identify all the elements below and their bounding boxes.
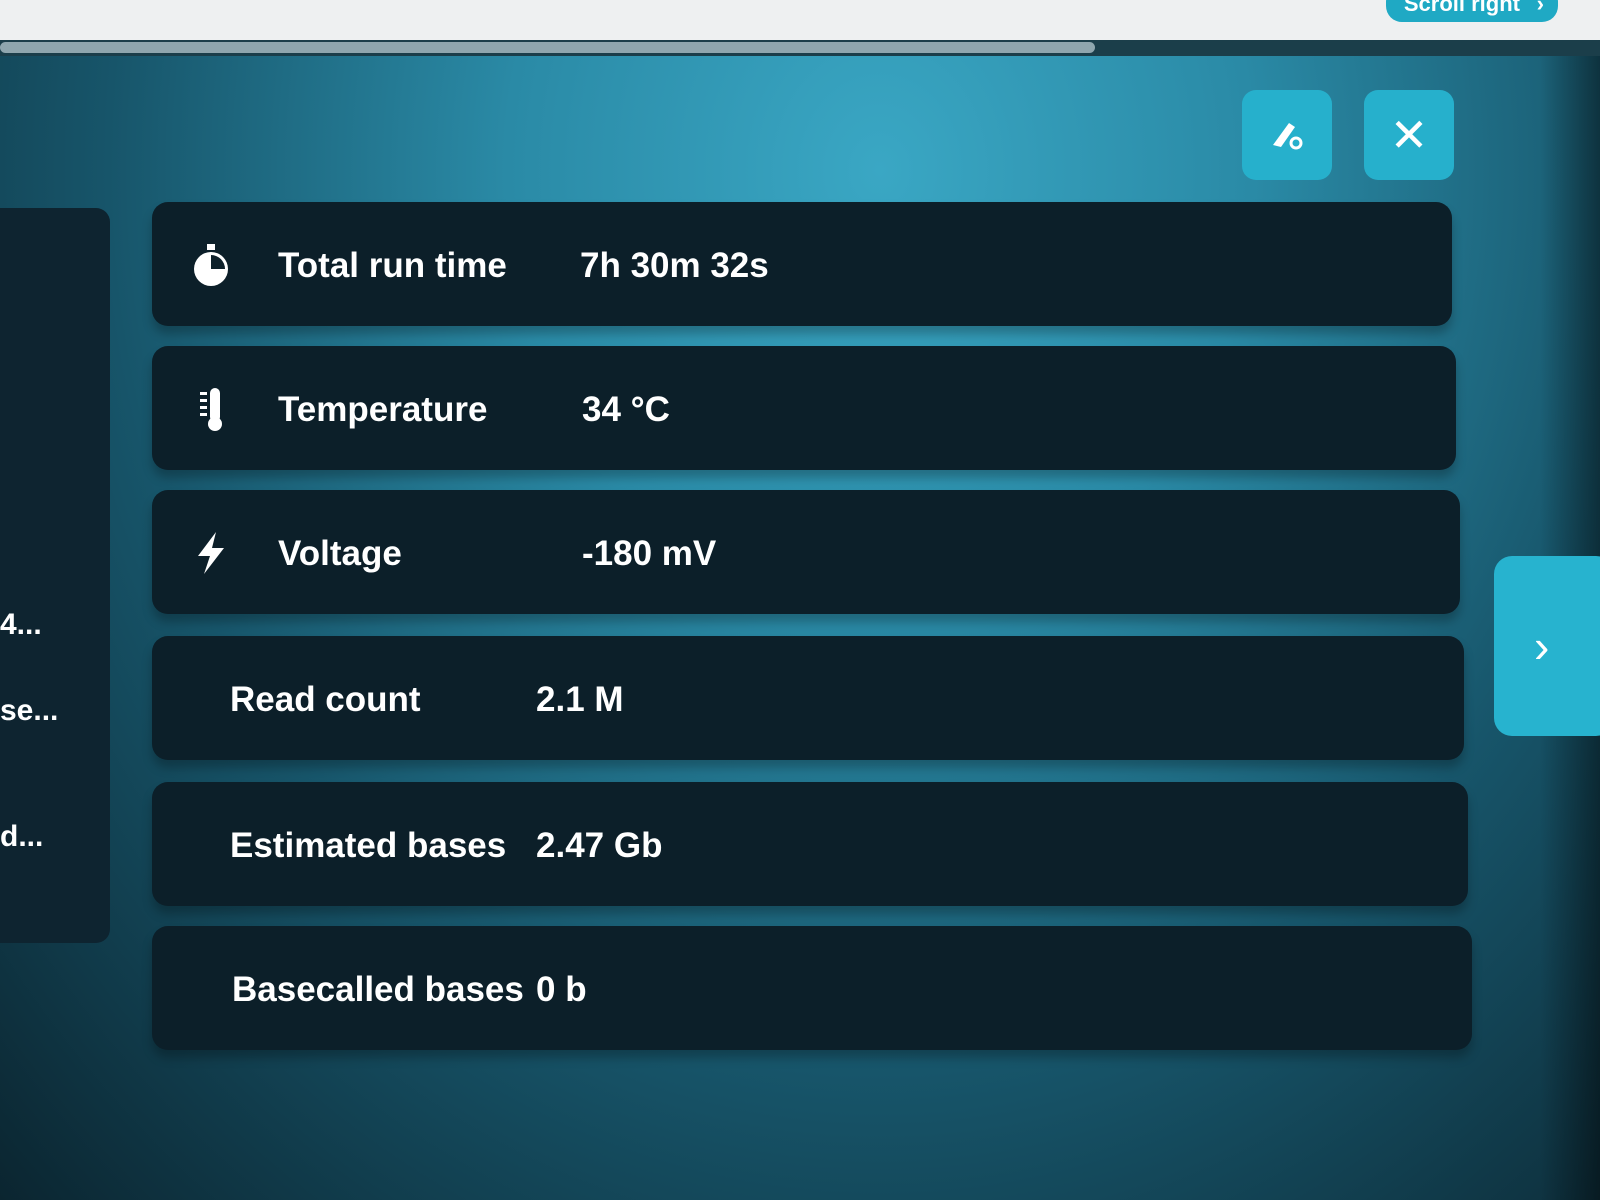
stat-value: 0 b: [536, 970, 587, 1009]
stat-value: 2.47 Gb: [536, 826, 663, 865]
stat-row-basecalled-bases: Basecalled bases 0 b: [152, 926, 1472, 1050]
close-button[interactable]: ✕: [1364, 90, 1454, 180]
side-card-label: se...: [0, 694, 59, 727]
stat-label: Voltage: [278, 534, 402, 573]
scroll-right-label: Scroll right: [1403, 0, 1520, 16]
lightning-bolt-icon: [188, 530, 234, 576]
stat-label: Total run time: [278, 246, 507, 285]
stat-label: Read count: [230, 680, 421, 719]
clear-button[interactable]: [1242, 90, 1332, 180]
stat-row-read-count: Read count 2.1 M: [152, 636, 1464, 760]
chevron-right-icon: ›: [1536, 0, 1544, 16]
stat-label: Temperature: [278, 390, 488, 429]
close-icon: ✕: [1389, 109, 1429, 161]
eraser-icon: [1273, 123, 1303, 150]
scroll-right-button[interactable]: Scroll right ›: [1385, 0, 1558, 22]
next-page-button[interactable]: ›: [1494, 556, 1600, 736]
chevron-right-icon: ›: [1534, 620, 1550, 672]
stat-row-voltage: Voltage -180 mV: [152, 490, 1460, 614]
stat-value: 2.1 M: [536, 680, 624, 719]
stat-label: Estimated bases: [230, 826, 507, 865]
stat-value: 34 °C: [582, 390, 670, 429]
top-bar: Scroll right ›: [0, 0, 1600, 44]
stat-label: Basecalled bases: [232, 970, 524, 1009]
stat-value: -180 mV: [582, 534, 717, 573]
scrollbar-thumb[interactable]: [0, 42, 1095, 53]
stat-row-temperature: Temperature 34 °C: [152, 346, 1456, 470]
stopwatch-icon: [188, 242, 234, 288]
side-card-label: 4...: [0, 608, 42, 641]
stat-row-estimated-bases: Estimated bases 2.47 Gb: [152, 782, 1468, 906]
side-card-label: d...: [0, 820, 44, 853]
thermometer-icon: [188, 386, 234, 432]
stat-row-total-run-time: Total run time 7h 30m 32s: [152, 202, 1452, 326]
stat-value: 7h 30m 32s: [580, 246, 769, 285]
